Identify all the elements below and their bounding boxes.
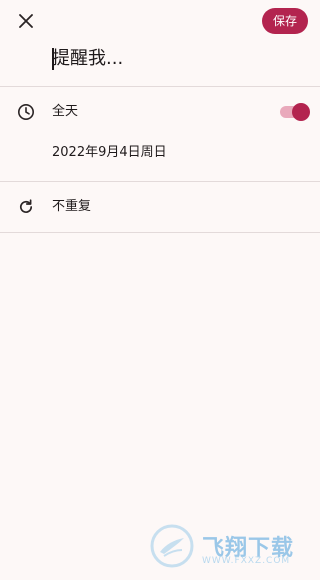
reminder-title-input[interactable]: 提醒我... [52, 46, 292, 72]
close-button[interactable] [14, 9, 38, 33]
repeat-icon [16, 197, 36, 217]
top-bar: 保存 [0, 0, 320, 42]
repeat-label: 不重复 [52, 199, 92, 214]
repeat-row[interactable]: 不重复 [0, 182, 320, 232]
close-icon [19, 14, 33, 28]
watermark-logo [150, 524, 194, 568]
watermark-subtext: WWW.FXXZ.COM [202, 556, 291, 566]
watermark: 飞翔下载 WWW.FXXZ.COM [150, 520, 310, 572]
date-row: 2022年9月4日周日 [0, 137, 320, 181]
all-day-toggle[interactable] [280, 103, 310, 121]
title-row: 提醒我... [0, 42, 320, 86]
all-day-row[interactable]: 全天 [0, 87, 320, 137]
all-day-label: 全天 [52, 104, 79, 119]
toggle-thumb [292, 103, 310, 121]
divider [0, 232, 320, 233]
save-button[interactable]: 保存 [261, 8, 308, 34]
clock-icon [16, 102, 36, 122]
date-selector[interactable]: 2022年9月4日周日 [52, 139, 167, 167]
